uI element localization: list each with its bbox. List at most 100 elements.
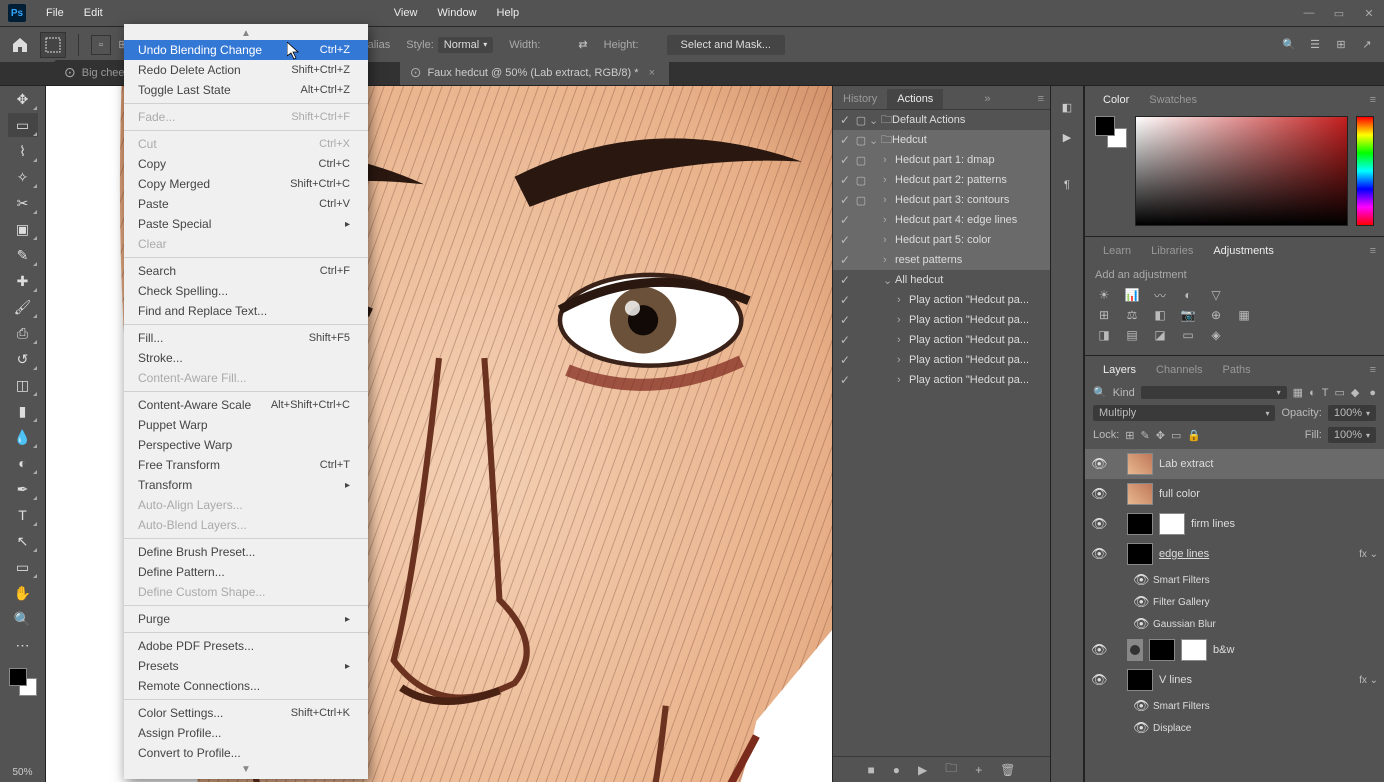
layer-mask-thumb[interactable]	[1159, 513, 1185, 535]
filter-type-icon[interactable]: T	[1322, 387, 1329, 399]
check-icon[interactable]: ✓	[837, 353, 853, 367]
channelmixer-icon[interactable]: ⊕	[1207, 307, 1225, 323]
disclosure-icon[interactable]: ›	[897, 374, 909, 386]
layer-name[interactable]: edge lines	[1159, 548, 1359, 560]
hand-tool[interactable]: ✋	[8, 581, 38, 605]
opacity-input[interactable]: 100%▾	[1328, 405, 1376, 421]
action-row[interactable]: ✓▢⌄🗀 Hedcut	[833, 130, 1050, 150]
disclosure-icon[interactable]: ⌄	[869, 134, 881, 147]
blur-tool[interactable]: 💧	[8, 425, 38, 449]
visibility-icon[interactable]: 👁	[1133, 572, 1153, 588]
action-row[interactable]: ✓›Hedcut part 4: edge lines	[833, 210, 1050, 230]
gradient-tool[interactable]: ▮	[8, 399, 38, 423]
action-row[interactable]: ✓▢⌄🗀 Default Actions	[833, 110, 1050, 130]
menu-item-transform[interactable]: Transform▸	[124, 475, 368, 495]
visibility-icon[interactable]: 👁	[1133, 616, 1153, 632]
layer-row[interactable]: 👁 full color	[1085, 479, 1384, 509]
wand-tool[interactable]: ✧	[8, 165, 38, 189]
layer-row[interactable]: 👁 Lab extract	[1085, 449, 1384, 479]
panel-menu-icon[interactable]: ≡	[1362, 241, 1384, 261]
check-icon[interactable]: ✓	[837, 233, 853, 247]
minimize-button[interactable]: —	[1296, 4, 1322, 22]
menu-item-assign-profile[interactable]: Assign Profile...	[124, 723, 368, 743]
check-icon[interactable]: ✓	[837, 333, 853, 347]
layer-name[interactable]: Smart Filters	[1153, 575, 1378, 586]
layer-name[interactable]: V lines	[1159, 674, 1359, 686]
colorbalance-icon[interactable]: ⚖	[1123, 307, 1141, 323]
layer-thumb[interactable]	[1127, 669, 1153, 691]
layer-row[interactable]: 👁Gaussian Blur	[1085, 613, 1384, 635]
layer-name[interactable]: Lab extract	[1159, 458, 1378, 470]
menu-item-define-brush-preset[interactable]: Define Brush Preset...	[124, 542, 368, 562]
tab-swatches[interactable]: Swatches	[1139, 90, 1207, 110]
disclosure-icon[interactable]: ›	[897, 334, 909, 346]
blend-mode-dropdown[interactable]: Multiply▾	[1093, 405, 1275, 421]
edit-toolbar-tool[interactable]: ⋯	[8, 633, 38, 657]
patch-tool[interactable]: ✚	[8, 269, 38, 293]
action-row[interactable]: ✓⌄All hedcut	[833, 270, 1050, 290]
disclosure-icon[interactable]: ›	[897, 314, 909, 326]
layer-thumb[interactable]	[1127, 453, 1153, 475]
check-icon[interactable]: ✓	[837, 293, 853, 307]
menu-edit[interactable]: Edit	[74, 3, 113, 23]
layer-mask-thumb[interactable]	[1181, 639, 1207, 661]
lock-position-icon[interactable]: ✥	[1156, 429, 1165, 442]
menu-view[interactable]: View	[384, 3, 428, 23]
layer-thumb[interactable]	[1149, 639, 1175, 661]
brightness-icon[interactable]: ☀	[1095, 287, 1113, 303]
disclosure-icon[interactable]: ›	[883, 194, 895, 206]
panel-menu-icon[interactable]: ≡	[1362, 360, 1384, 380]
invert-icon[interactable]: ◨	[1095, 327, 1113, 343]
menu-item-color-settings[interactable]: Color Settings...Shift+Ctrl+K	[124, 703, 368, 723]
layer-name[interactable]: Filter Gallery	[1153, 597, 1378, 608]
menu-item-find-and-replace-text[interactable]: Find and Replace Text...	[124, 301, 368, 321]
home-icon[interactable]	[8, 33, 32, 57]
vibrance-icon[interactable]: ▽	[1207, 287, 1225, 303]
action-row[interactable]: ✓›reset patterns	[833, 250, 1050, 270]
fgbg-swatches[interactable]	[7, 666, 39, 698]
tab-channels[interactable]: Channels	[1146, 360, 1212, 380]
disclosure-icon[interactable]: ⌄	[883, 274, 895, 287]
delete-icon[interactable]: 🗑	[1000, 763, 1015, 777]
disclosure-icon[interactable]: ›	[883, 214, 895, 226]
menu-item-purge[interactable]: Purge▸	[124, 609, 368, 629]
frame-tool[interactable]: ▣	[8, 217, 38, 241]
visibility-icon[interactable]: 👁	[1091, 546, 1111, 562]
visibility-icon[interactable]: 👁	[1091, 642, 1111, 658]
layer-name[interactable]: Displace	[1153, 723, 1378, 734]
levels-icon[interactable]: 📊	[1123, 287, 1141, 303]
layer-thumb[interactable]	[1127, 543, 1153, 565]
layer-name[interactable]: Smart Filters	[1153, 701, 1378, 712]
menu-item-remote-connections[interactable]: Remote Connections...	[124, 676, 368, 696]
color-fgbg[interactable]	[1095, 116, 1127, 148]
menu-item-adobe-pdf-presets[interactable]: Adobe PDF Presets...	[124, 636, 368, 656]
action-row[interactable]: ✓›Play action "Hedcut pa...	[833, 330, 1050, 350]
filter-adj-icon[interactable]: ◐	[1309, 387, 1316, 399]
menu-item-search[interactable]: SearchCtrl+F	[124, 261, 368, 281]
dodge-tool[interactable]: ◐	[8, 451, 38, 475]
new-action-icon[interactable]: +	[975, 763, 982, 777]
posterize-icon[interactable]: ▤	[1123, 327, 1141, 343]
layer-row[interactable]: 👁Smart Filters	[1085, 695, 1384, 717]
pen-tool[interactable]: ✒	[8, 477, 38, 501]
menu-item-undo-blending-change[interactable]: Undo Blending ChangeCtrl+Z	[124, 40, 368, 60]
type-tool[interactable]: T	[8, 503, 38, 527]
tab-adjustments[interactable]: Adjustments	[1203, 241, 1284, 261]
eyedrop-tool[interactable]: ✎	[8, 243, 38, 267]
lock-transparent-icon[interactable]: ⊞	[1125, 429, 1134, 442]
rect-tool[interactable]: ▭	[8, 555, 38, 579]
brush-tool[interactable]: 🖌	[8, 295, 38, 319]
menu-item-define-pattern[interactable]: Define Pattern...	[124, 562, 368, 582]
search-icon[interactable]: 🔍	[1280, 36, 1298, 54]
menu-item-fill[interactable]: Fill...Shift+F5	[124, 328, 368, 348]
check-icon[interactable]: ✓	[837, 273, 853, 287]
check-icon[interactable]: ✓	[837, 193, 853, 207]
new-set-icon[interactable]: 🗀	[945, 759, 957, 780]
disclosure-icon[interactable]: ›	[897, 354, 909, 366]
selection-new-icon[interactable]: ▫	[91, 35, 111, 55]
character-icon[interactable]: ¶	[1056, 174, 1078, 196]
dialog-toggle-icon[interactable]: ▢	[853, 154, 869, 167]
stop-icon[interactable]: ■	[868, 763, 875, 777]
lasso-tool[interactable]: ⌇	[8, 139, 38, 163]
history-tool[interactable]: ↺	[8, 347, 38, 371]
